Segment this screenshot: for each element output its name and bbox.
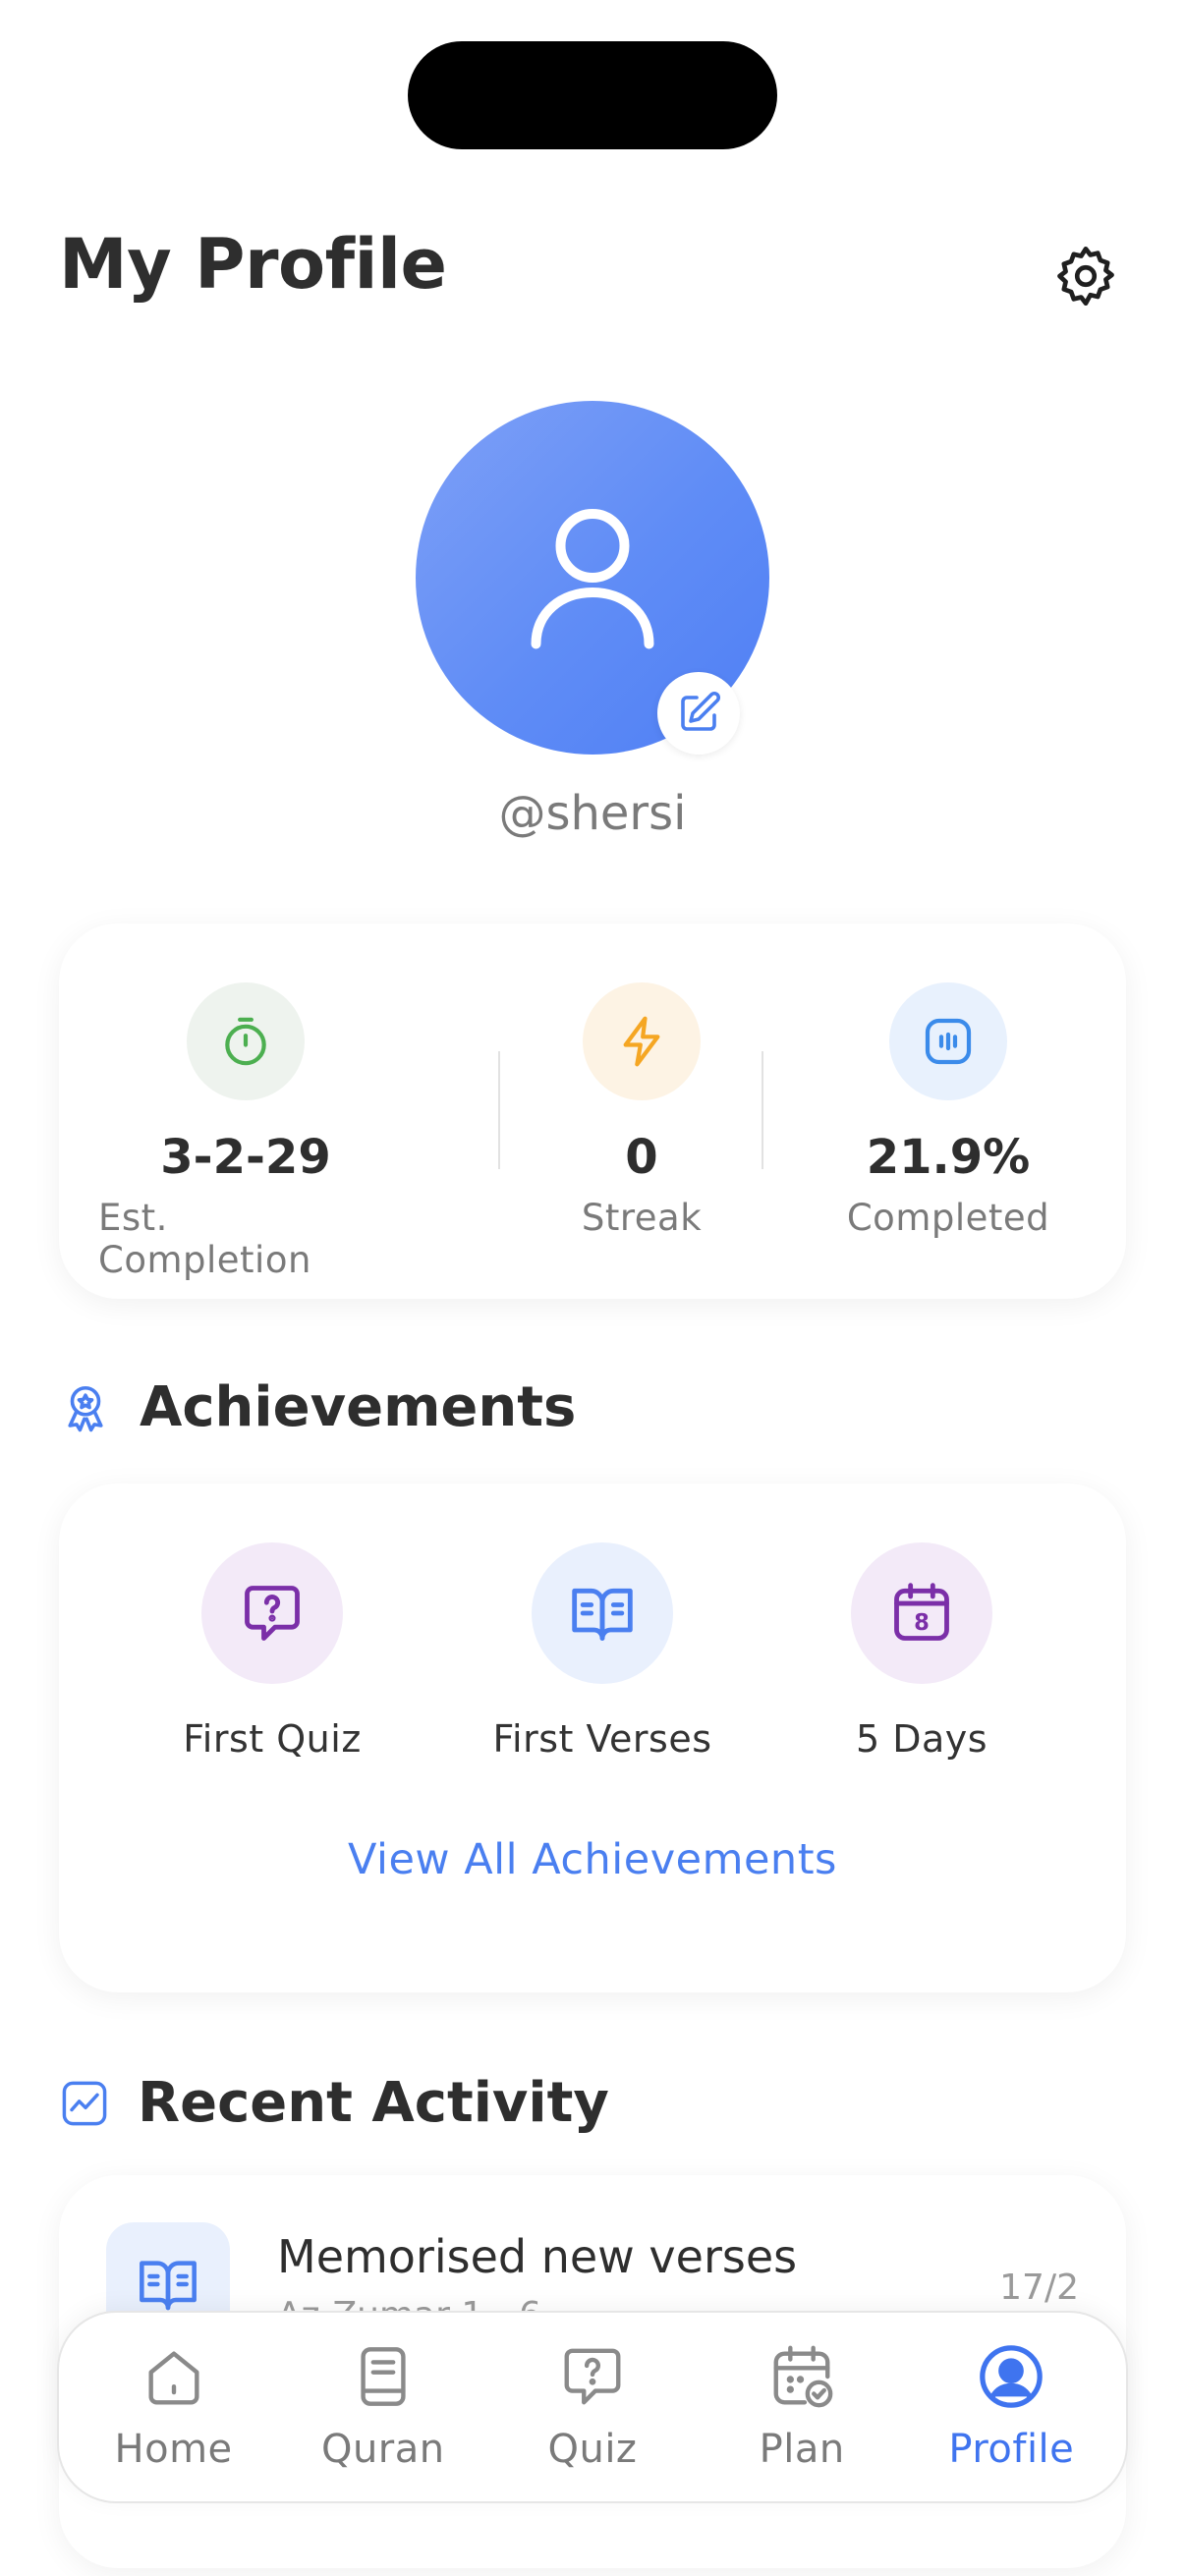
tab-plan[interactable]: Plan [704,2342,900,2472]
quran-icon [361,2347,406,2406]
calendar-icon: 8 [894,1583,949,1641]
section-title: Achievements [140,1375,577,1439]
section-title: Recent Activity [138,2071,609,2135]
achievement-icon-bg [532,1542,673,1684]
tab-label: Plan [759,2427,845,2472]
tab-quran[interactable]: Quran [285,2342,481,2472]
achievement-icon-bg [201,1542,343,1684]
stat-value: 0 [625,1130,658,1185]
tab-quiz[interactable]: Quiz [494,2342,691,2472]
achievement-label: First Verses [492,1717,712,1761]
page-title: My Profile [59,224,447,305]
progress-icon [925,1018,972,1065]
edit-avatar-button[interactable] [657,672,740,755]
tab-profile[interactable]: Profile [913,2342,1109,2472]
calendar-number: 8 [914,1610,930,1636]
username: @shersi [498,786,687,841]
profile-icon [980,2345,1044,2408]
achievement-label: 5 Days [855,1717,988,1761]
achievements-header: Achievements [59,1375,576,1439]
achievement-label: First Quiz [183,1717,362,1761]
stat-value: 3-2-29 [160,1130,331,1185]
stat-label: Completed [846,1197,1050,1239]
trend-chart-icon [62,2081,107,2125]
stat-divider [498,1051,500,1169]
user-icon [531,509,654,649]
stat-streak: 0 Streak [543,924,740,1299]
tab-label: Quran [320,2427,445,2472]
stat-icon-bg [583,982,701,1100]
achievements-card: First Quiz First Verses 8 5 Days View Al… [59,1484,1126,1992]
stat-icon-bg [187,982,305,1100]
gear-icon [1057,246,1114,307]
tab-home[interactable]: Home [76,2342,272,2472]
stat-icon-bg [889,982,1007,1100]
stat-value: 21.9% [866,1130,1031,1185]
activity-title: Memorised new verses [277,2230,798,2283]
dynamic-island [408,41,777,149]
plan-calendar-icon [773,2345,833,2408]
view-all-achievements-link[interactable]: View All Achievements [59,1835,1126,1884]
open-book-icon [572,1588,633,1641]
tab-label: Quiz [547,2427,638,2472]
home-icon [148,2351,199,2405]
achievement-5-days[interactable]: 8 5 Days [764,1484,1079,1761]
settings-button[interactable] [1044,234,1128,318]
tab-label: Profile [948,2427,1075,2472]
bottom-tab-bar: Home Quran Quiz Plan Profile [57,2311,1128,2503]
stat-label: Est. Completion [98,1197,311,1281]
achievement-icon-bg: 8 [851,1542,992,1684]
achievement-first-quiz[interactable]: First Quiz [115,1484,429,1761]
stat-divider [762,1051,763,1169]
stat-est-completion: 3-2-29 Est. Completion [98,924,393,1299]
edit-icon [681,691,721,731]
stat-label: Streak [581,1197,703,1239]
activity-date: 17/2 [999,2268,1079,2308]
quiz-icon [564,2348,621,2405]
award-icon [68,1385,103,1431]
recent-activity-header: Recent Activity [59,2071,609,2135]
timer-icon [225,1017,266,1066]
open-book-icon [140,2261,197,2311]
achievement-first-verses[interactable]: First Verses [445,1484,760,1761]
stat-completed: 21.9% Completed [801,924,1096,1299]
lightning-icon [623,1016,660,1067]
quiz-bubble-icon [245,1586,300,1641]
stats-card: 3-2-29 Est. Completion 0 Streak 21.9% Co… [59,924,1126,1299]
tab-label: Home [114,2427,233,2472]
